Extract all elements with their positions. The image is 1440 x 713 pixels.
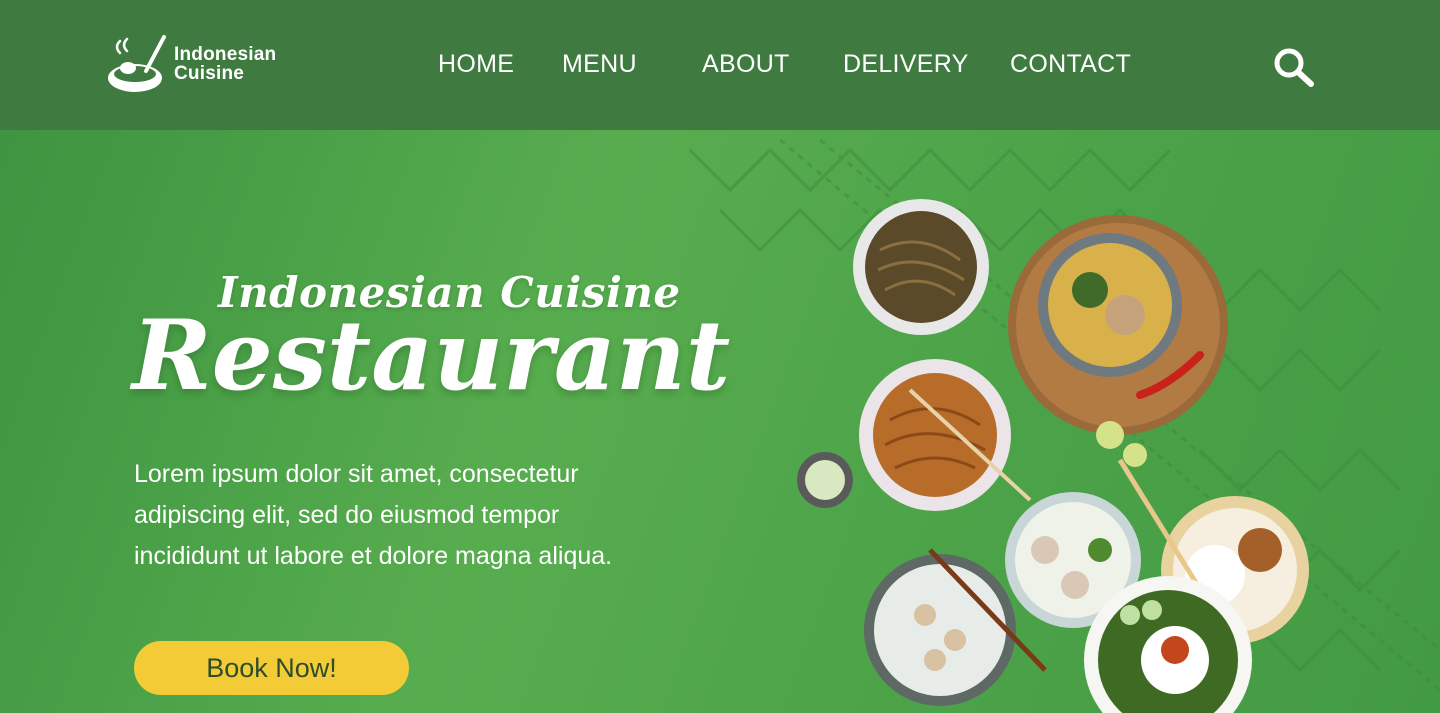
nav-home[interactable]: HOME xyxy=(438,50,514,79)
brand-name: Indonesian Cuisine xyxy=(174,45,276,83)
nav-contact[interactable]: CONTACT xyxy=(1010,50,1131,79)
noodle-bowl-image xyxy=(853,199,989,335)
soup-board-image xyxy=(1008,215,1228,467)
hero-section: Indonesian Cuisine Restaurant Lorem ipsu… xyxy=(0,130,1440,713)
search-icon[interactable] xyxy=(1272,46,1316,90)
brand-logo[interactable]: Indonesian Cuisine xyxy=(106,30,296,98)
nav-delivery[interactable]: DELIVERY xyxy=(843,50,969,79)
site-header: Indonesian Cuisine HOME MENU ABOUT DELIV… xyxy=(0,0,1440,130)
scallion-dish-image xyxy=(797,452,853,508)
food-dishes-image xyxy=(797,199,1309,713)
fried-noodles-image xyxy=(859,359,1032,511)
hero-description-line: Lorem ipsum dolor sit amet, consectetur xyxy=(134,460,579,488)
brand-name-line1: Indonesian xyxy=(174,44,277,65)
hero-title: Restaurant xyxy=(132,299,731,412)
nav-menu[interactable]: MENU xyxy=(562,50,637,79)
book-now-button[interactable]: Book Now! xyxy=(134,641,409,695)
hero-description-line: incididunt ut labore et dolore magna ali… xyxy=(134,542,613,570)
hero-description: Lorem ipsum dolor sit amet, consectetur … xyxy=(134,454,714,577)
nav-about[interactable]: ABOUT xyxy=(702,50,790,79)
wok-icon xyxy=(108,35,166,92)
hero-description-line: adipiscing elit, sed do eiusmod tempor xyxy=(134,501,560,529)
brand-name-line2: Cuisine xyxy=(174,63,245,84)
